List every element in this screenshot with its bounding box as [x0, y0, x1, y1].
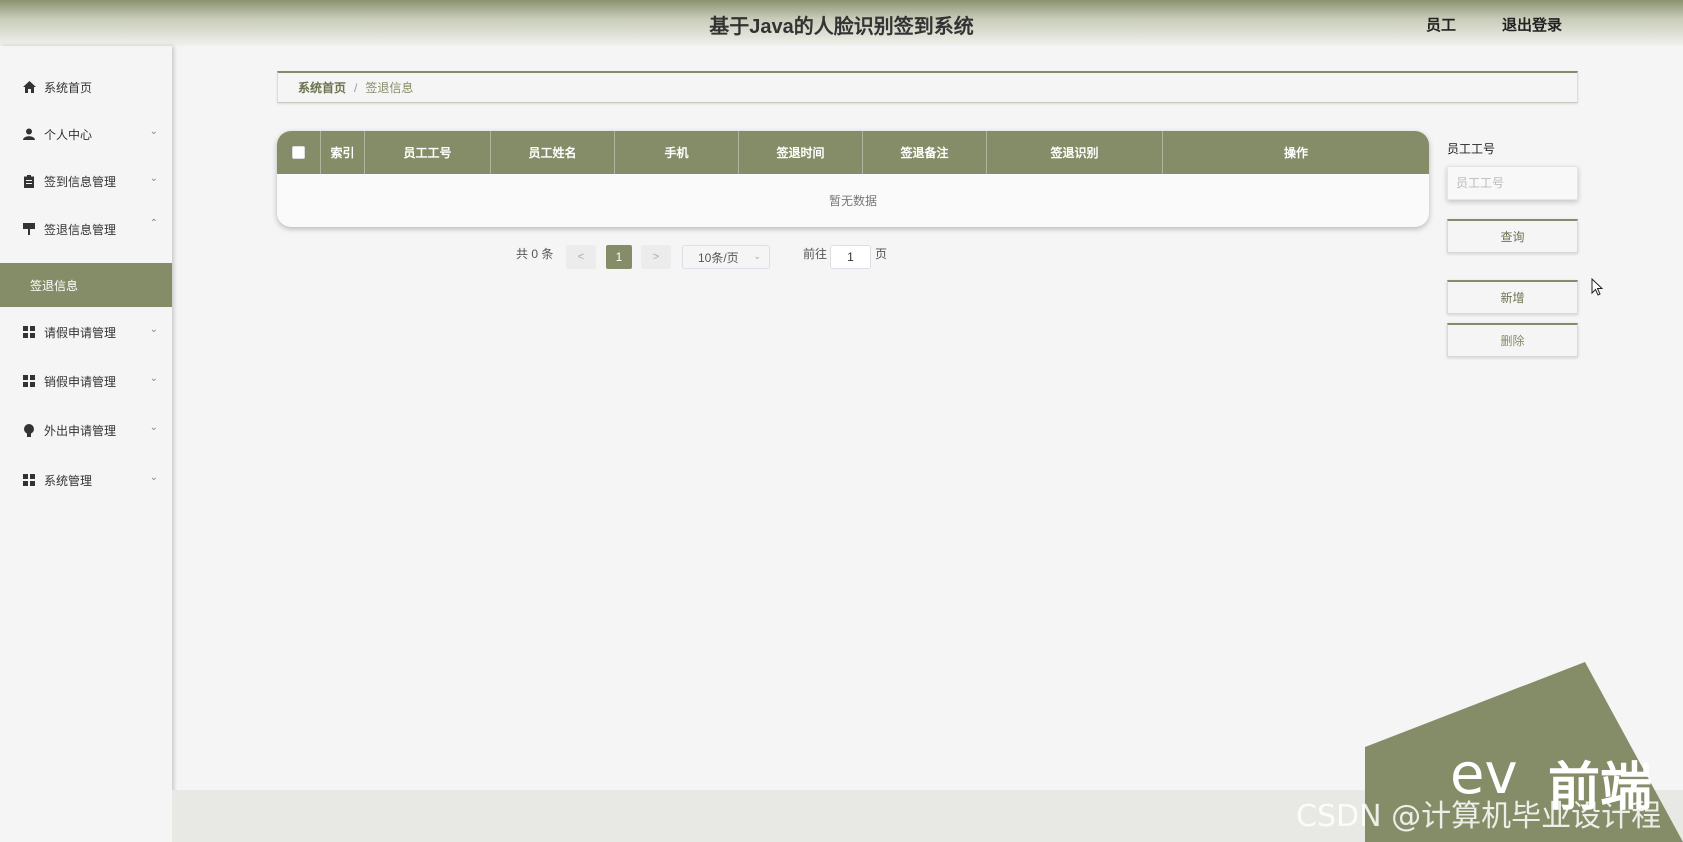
table-header: 索引 员工工号 员工姓名 手机 签退时间 签退备注 签退识别 操作 [277, 131, 1429, 174]
sidebar-item-label: 外出申请管理 [44, 423, 117, 438]
breadcrumb-separator: / [354, 80, 358, 95]
chevron-down-icon: ⌄ [149, 173, 158, 184]
page-size-select[interactable]: 10条/页 ⌄ [682, 245, 770, 269]
column-header-signout-note[interactable]: 签退备注 [863, 131, 987, 174]
delete-button[interactable]: 删除 [1447, 323, 1578, 357]
column-header-actions: 操作 [1283, 146, 1308, 160]
grid-icon [22, 473, 36, 487]
breadcrumb: 系统首页 / 签退信息 [277, 71, 1578, 103]
chevron-down-icon: ⌄ [149, 324, 158, 335]
table-empty-text: 暂无数据 [828, 194, 877, 208]
goto-label: 前往 [803, 247, 828, 261]
sidebar-item-outing-management[interactable]: 外出申请管理 ⌄ [0, 410, 172, 450]
sidebar-subitem-signout-info[interactable]: 签退信息 [0, 263, 172, 307]
sidebar-item-label: 签退信息管理 [44, 222, 117, 237]
user-role-label: 员工 [1425, 17, 1456, 34]
watermark-csdn-text: CSDN @计算机毕业设计程 [1296, 799, 1662, 834]
query-button[interactable]: 查询 [1447, 219, 1578, 253]
sidebar-item-system-management[interactable]: 系统管理 ⌄ [0, 460, 172, 500]
column-header-index[interactable]: 索引 [321, 131, 365, 174]
page-size-value: 10条/页 [698, 250, 739, 265]
sidebar-item-label: 系统首页 [44, 80, 93, 95]
chevron-down-icon: ⌄ [149, 126, 158, 137]
search-label-employee-id: 员工工号 [1447, 142, 1496, 156]
sidebar-item-cancel-leave-management[interactable]: 销假申请管理 ⌄ [0, 361, 172, 401]
next-page-button[interactable]: > [641, 245, 671, 269]
logout-button[interactable]: 退出登录 [1502, 14, 1562, 35]
sidebar-item-signin-management[interactable]: 签到信息管理 ⌄ [0, 161, 172, 201]
pagination-total: 共 0 条 [516, 247, 554, 261]
sidebar-item-leave-management[interactable]: 请假申请管理 ⌄ [0, 312, 172, 352]
column-header-phone[interactable]: 手机 [615, 131, 739, 174]
chevron-down-icon: ⌄ [149, 472, 158, 483]
breadcrumb-current: 签退信息 [365, 81, 414, 95]
sidebar-item-label: 系统管理 [44, 473, 93, 488]
grid-icon [22, 325, 36, 339]
sidebar-item-signout-management[interactable]: 签退信息管理 ⌃ [0, 209, 172, 249]
column-header-employee-id[interactable]: 员工工号 [365, 131, 491, 174]
sidebar-item-label: 签到信息管理 [44, 174, 117, 189]
mouse-cursor-icon [1591, 278, 1603, 296]
chevron-down-icon: ⌄ [149, 373, 158, 384]
add-button[interactable]: 新增 [1447, 280, 1578, 314]
sidebar-item-label: 请假申请管理 [44, 325, 117, 340]
select-all-checkbox[interactable] [292, 146, 305, 159]
prev-page-button[interactable]: < [566, 245, 596, 269]
goto-page-input[interactable] [830, 245, 871, 269]
select-all-cell [277, 131, 321, 174]
page-suffix: 页 [875, 247, 888, 261]
column-header-employee-name[interactable]: 员工姓名 [491, 131, 615, 174]
chevron-down-icon: ⌄ [753, 251, 761, 261]
sidebar-item-home[interactable]: 系统首页 [0, 67, 172, 107]
clipboard-icon [22, 174, 36, 188]
home-icon [22, 80, 36, 94]
data-table: 索引 员工工号 员工姓名 手机 签退时间 签退备注 签退识别 操作 暂无数据 [277, 131, 1429, 227]
employee-id-search-input[interactable] [1447, 166, 1578, 200]
column-header-signout-time[interactable]: 签退时间 [739, 131, 863, 174]
sidebar: 系统首页 个人中心 ⌄ 签到信息管理 ⌄ 签退信息管理 ⌃ 签退信息 请假申请管… [0, 46, 172, 842]
bulb-icon [22, 423, 36, 437]
chevron-down-icon: ⌄ [149, 422, 158, 433]
breadcrumb-home-link[interactable]: 系统首页 [298, 79, 346, 96]
user-icon [22, 127, 36, 141]
grid-icon [22, 374, 36, 388]
stamp-icon [22, 222, 36, 236]
column-header-signout-recognition[interactable]: 签退识别 [987, 131, 1163, 174]
sidebar-item-label: 销假申请管理 [44, 374, 117, 389]
page-number-current[interactable]: 1 [606, 245, 632, 269]
sidebar-item-label: 个人中心 [44, 127, 93, 142]
chevron-up-icon: ⌃ [149, 218, 158, 229]
top-header: 基于Java的人脸识别签到系统 员工 退出登录 [0, 0, 1683, 46]
sidebar-item-profile[interactable]: 个人中心 ⌄ [0, 114, 172, 154]
